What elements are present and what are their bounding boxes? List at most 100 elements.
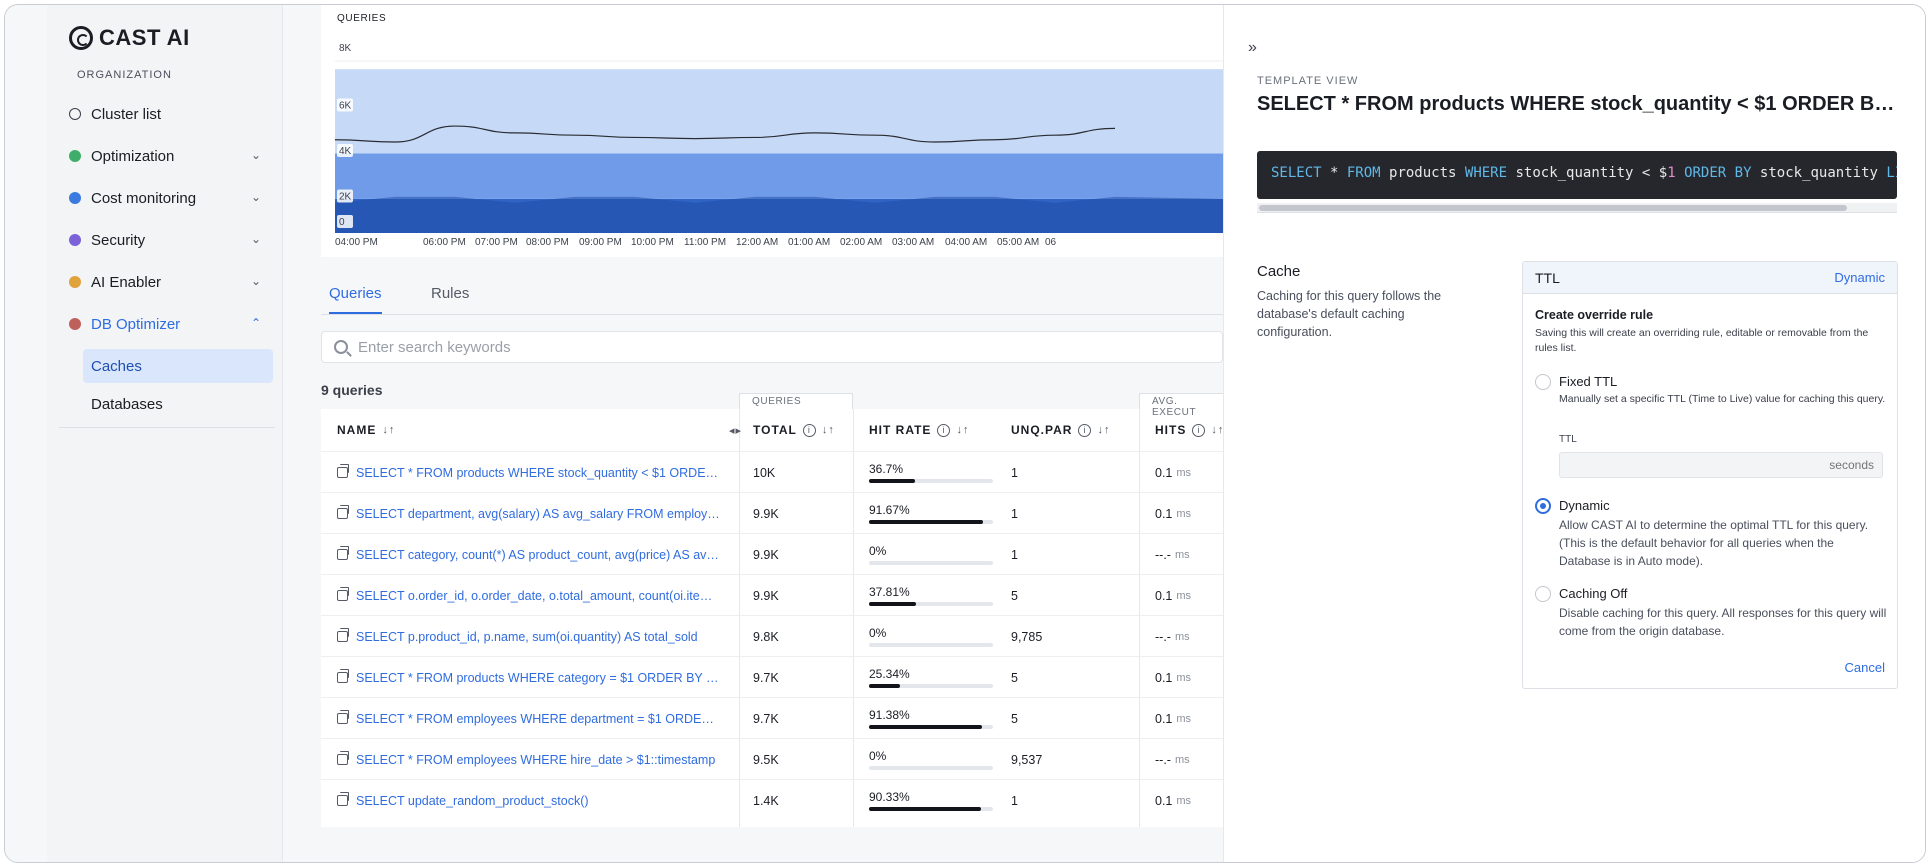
option-caching-off[interactable]: Caching Off Disable caching for this que…	[1535, 584, 1887, 638]
chevron-down-icon: ⌄	[250, 148, 261, 162]
table-row[interactable]: SELECT p.product_id, p.name, sum(oi.quan…	[321, 615, 1223, 656]
column-resize-handle[interactable]: ◂▸	[729, 409, 742, 451]
sidebar-subitem-caches[interactable]: Caches	[83, 349, 273, 383]
query-link[interactable]: SELECT update_random_product_stock()	[356, 794, 722, 808]
name-cell: SELECT category, count(*) AS product_cou…	[337, 534, 722, 575]
copy-icon[interactable]	[337, 751, 349, 765]
collapse-panel-icon[interactable]: »	[1248, 39, 1257, 57]
column-header-name[interactable]: NAME ↓↑	[337, 409, 395, 451]
sidebar-nav: Cluster list Optimization ⌄ Cost monitor…	[69, 93, 273, 425]
table-row[interactable]: SELECT o.order_id, o.order_date, o.total…	[321, 574, 1223, 615]
hit-rate-cell: 0%	[853, 616, 1139, 657]
ms-unit: ms	[1176, 507, 1192, 520]
fixed-ttl-radio[interactable]	[1535, 374, 1551, 390]
hit-rate: 36.7%	[869, 456, 993, 483]
copy-icon[interactable]	[337, 628, 349, 642]
x-tick-label: 04:00 AM	[945, 237, 987, 248]
hit-rate-bar-fill	[869, 684, 901, 688]
copy-icon[interactable]	[337, 792, 349, 806]
option-fixed-ttl[interactable]: Fixed TTL Manually set a specific TTL (T…	[1535, 372, 1887, 420]
query-link[interactable]: SELECT * FROM employees WHERE hire_date …	[356, 753, 722, 767]
query-link[interactable]: SELECT p.product_id, p.name, sum(oi.quan…	[356, 630, 722, 644]
unq-par-cell: 1	[1011, 465, 1018, 480]
sidebar-item-ai-enabler[interactable]: AI Enabler ⌄	[69, 261, 273, 303]
copy-icon[interactable]	[337, 546, 349, 560]
copy-icon[interactable]	[337, 464, 349, 478]
x-tick-label: 08:00 PM	[526, 237, 569, 248]
query-link[interactable]: SELECT department, avg(salary) AS avg_sa…	[356, 507, 722, 521]
hit-rate-cell: 36.7%	[853, 452, 1139, 493]
copy-icon[interactable]	[337, 710, 349, 724]
queries-chart: 8K 6K 4K 2K 0 04:00 PM 06:00 PM 07:00 PM 08:00 P…	[334, 43, 1223, 248]
ms-unit: ms	[1176, 671, 1192, 684]
ttl-card-header[interactable]: TTL Dynamic	[1523, 262, 1897, 294]
hit-rate: 91.67%	[869, 497, 993, 524]
table-row[interactable]: SELECT * FROM employees WHERE department…	[321, 697, 1223, 738]
tab-queries[interactable]: Queries	[329, 285, 382, 314]
info-icon[interactable]: i	[937, 423, 951, 437]
sql-keyword: SELECT	[1271, 165, 1322, 181]
chevron-down-icon: ⌄	[250, 232, 261, 246]
table-row[interactable]: SELECT * FROM employees WHERE hire_date …	[321, 738, 1223, 779]
table-row[interactable]: SELECT * FROM products WHERE category = …	[321, 656, 1223, 697]
sidebar-subitem-databases[interactable]: Databases	[83, 387, 273, 421]
name-cell: SELECT * FROM employees WHERE department…	[337, 698, 722, 739]
sidebar-item-security[interactable]: Security ⌄	[69, 219, 273, 261]
ttl-seconds-input[interactable]	[1559, 452, 1883, 478]
logo[interactable]: CAST AI	[69, 25, 190, 51]
column-header-hit-rate[interactable]: HIT RATE i ↓↑	[869, 409, 969, 451]
option-dynamic[interactable]: Dynamic Allow CAST AI to determine the o…	[1535, 496, 1887, 568]
ms-unit: ms	[1174, 630, 1190, 643]
table-row[interactable]: SELECT * FROM products WHERE stock_quant…	[321, 451, 1223, 492]
search-input[interactable]	[358, 338, 1222, 356]
override-rule-description: Saving this will create an overriding ru…	[1535, 327, 1869, 354]
copy-icon[interactable]	[337, 587, 349, 601]
table-row[interactable]: SELECT update_random_product_stock() 1.4K…	[321, 779, 1223, 820]
info-icon[interactable]: i	[1078, 423, 1092, 437]
column-header-hits[interactable]: HITS i ↓↑	[1155, 409, 1224, 451]
y-tick-label: 8K	[339, 43, 352, 54]
sidebar-item-cost-monitoring[interactable]: Cost monitoring ⌄	[69, 177, 273, 219]
scrollbar-thumb[interactable]	[1259, 205, 1847, 211]
sidebar-item-label: Cluster list	[91, 105, 162, 123]
option-title: Caching Off	[1559, 586, 1628, 601]
chevron-up-icon: ⌃	[250, 316, 261, 330]
sidebar-item-optimization[interactable]: Optimization ⌄	[69, 135, 273, 177]
sidebar-item-db-optimizer[interactable]: DB Optimizer ⌃	[69, 303, 273, 345]
column-header-unq-par[interactable]: UNQ.PAR i ↓↑	[1011, 409, 1110, 451]
query-link[interactable]: SELECT o.order_id, o.order_date, o.total…	[356, 589, 722, 603]
hits-value: --.-	[1155, 752, 1171, 767]
column-header-total[interactable]: TOTAL i ↓↑	[753, 409, 835, 451]
name-cell: SELECT * FROM products WHERE stock_quant…	[337, 452, 722, 493]
copy-icon[interactable]	[337, 669, 349, 683]
query-link[interactable]: SELECT * FROM products WHERE stock_quant…	[356, 466, 722, 480]
sort-icon[interactable]: ↓↑	[1097, 424, 1110, 436]
search-box	[321, 331, 1223, 363]
info-icon[interactable]: i	[1192, 423, 1206, 437]
name-cell: SELECT p.product_id, p.name, sum(oi.quan…	[337, 616, 722, 657]
query-link[interactable]: SELECT * FROM employees WHERE department…	[356, 712, 722, 726]
hit-rate-bar	[869, 643, 993, 647]
sql-code-block[interactable]: SELECT * FROM products WHERE stock_quant…	[1257, 151, 1897, 199]
copy-icon[interactable]	[337, 505, 349, 519]
total-cell: 9.8K	[753, 629, 779, 644]
query-link[interactable]: SELECT category, count(*) AS product_cou…	[356, 548, 722, 562]
sql-keyword: WHERE	[1464, 165, 1508, 181]
query-link[interactable]: SELECT * FROM products WHERE category = …	[356, 671, 722, 685]
sort-icon[interactable]: ↓↑	[956, 424, 969, 436]
x-tick-label: 01:00 AM	[788, 237, 830, 248]
sidebar-item-cluster-list[interactable]: Cluster list	[69, 93, 273, 135]
caching-off-radio[interactable]	[1535, 586, 1551, 602]
name-cell: SELECT o.order_id, o.order_date, o.total…	[337, 575, 722, 616]
table-row[interactable]: SELECT category, count(*) AS product_cou…	[321, 533, 1223, 574]
area-band-2	[335, 69, 1223, 154]
sort-icon[interactable]: ↓↑	[382, 424, 395, 436]
dynamic-radio[interactable]	[1535, 498, 1551, 514]
ms-unit: ms	[1176, 589, 1192, 602]
info-icon[interactable]: i	[802, 423, 816, 437]
table-row[interactable]: SELECT department, avg(salary) AS avg_sa…	[321, 492, 1223, 533]
sort-icon[interactable]: ↓↑	[822, 424, 835, 436]
tab-rules[interactable]: Rules	[431, 285, 469, 312]
cancel-button[interactable]: Cancel	[1845, 660, 1885, 675]
hit-rate: 25.34%	[869, 661, 993, 688]
